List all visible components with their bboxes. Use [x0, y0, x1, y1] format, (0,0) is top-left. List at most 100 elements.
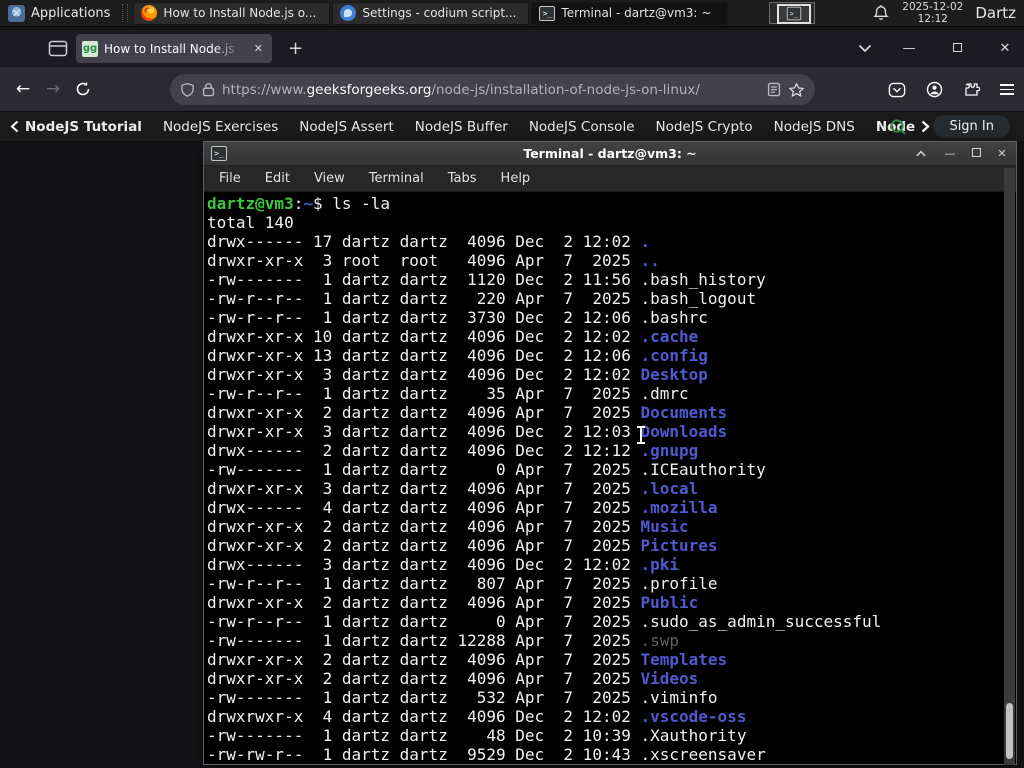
taskbar-window-label: Settings - codium script... [362, 6, 517, 20]
menu-view[interactable]: View [314, 171, 345, 186]
terminal-output-line: drwx------ 3 dartz dartz 4096 Dec 2 12:0… [207, 555, 1002, 574]
lock-icon[interactable] [202, 82, 215, 97]
forward-button[interactable]: → [38, 74, 68, 104]
ls-entry-meta: drwx------ 2 dartz dartz 4096 Dec 2 12:1… [207, 441, 641, 460]
bookmark-star-icon[interactable] [788, 82, 805, 98]
menu-file[interactable]: File [219, 171, 241, 186]
scrollbar-thumb[interactable] [1006, 703, 1013, 759]
terminal-output-line: -rw------- 1 dartz dartz 1120 Dec 2 11:5… [207, 270, 1002, 289]
firefox-icon [141, 5, 158, 21]
menu-tabs[interactable]: Tabs [448, 171, 477, 186]
ls-entry-meta: drwxrwxr-x 4 dartz dartz 4096 Dec 2 12:0… [207, 707, 641, 726]
ls-entry-name: .vscode-oss [640, 707, 747, 726]
geeksforgeeks-favicon: gg [82, 40, 98, 57]
ls-entry-name: .bash_history [640, 270, 766, 289]
terminal-output-line: drwx------ 4 dartz dartz 4096 Apr 7 2025… [207, 498, 1002, 517]
firefox-view-button[interactable] [44, 36, 72, 62]
terminal-output-line: drwxr-xr-x 3 root root 4096 Apr 7 2025 .… [207, 251, 1002, 270]
terminal-scrollbar[interactable] [1004, 168, 1015, 765]
terminal-output-line: drwxr-xr-x 2 dartz dartz 4096 Apr 7 2025… [207, 650, 1002, 669]
ls-entry-name: .dmrc [640, 384, 689, 403]
menu-terminal[interactable]: Terminal [369, 171, 424, 186]
ls-entry-name: Music [640, 517, 689, 536]
search-icon[interactable] [889, 118, 907, 136]
list-all-tabs-button[interactable] [858, 44, 872, 53]
nav-link[interactable]: NodeJS Exercises [163, 119, 278, 135]
pocket-save-icon[interactable] [888, 82, 906, 98]
ls-entry-meta: drwxr-xr-x 2 dartz dartz 4096 Apr 7 2025 [207, 403, 641, 422]
terminal-icon: >_ [539, 5, 556, 21]
terminal-screen[interactable]: dartz@vm3:~$ ls -la total 140 drwx------… [204, 192, 1016, 764]
terminal-output-line: drwx------ 17 dartz dartz 4096 Dec 2 12:… [207, 232, 1002, 251]
ls-entry-meta: -rw-r--r-- 1 dartz dartz 807 Apr 7 2025 [207, 574, 641, 593]
back-button[interactable]: ← [8, 74, 38, 104]
browser-tab-active[interactable]: gg How to Install Node.js on ✕ [76, 34, 272, 63]
ls-entry-name: .xscreensaver [640, 745, 766, 764]
terminal-output-line: -rw-r--r-- 1 dartz dartz 35 Apr 7 2025 .… [207, 384, 1002, 403]
tab-close-button[interactable]: ✕ [251, 40, 266, 57]
terminal-minimize-button[interactable]: — [942, 147, 958, 160]
account-icon[interactable] [926, 81, 943, 98]
nav-link[interactable]: NodeJS Buffer [415, 119, 508, 135]
browser-minimize-button[interactable]: — [898, 41, 920, 56]
ls-entry-name: Public [640, 593, 699, 612]
panel-clock[interactable]: 2025-12-02 12:12 [902, 1, 963, 25]
terminal-titlebar[interactable]: >_ Terminal - dartz@vm3: ~ — ✕ [204, 142, 1016, 166]
terminal-output-line: -rw------- 1 dartz dartz 48 Dec 2 10:39 … [207, 726, 1002, 745]
nav-link-tutorial[interactable]: NodeJS Tutorial [10, 119, 142, 135]
url-domain: geeksforgeeks.org [306, 81, 432, 98]
reload-button[interactable] [68, 74, 98, 104]
clock-date: 2025-12-02 [902, 1, 964, 13]
ls-entry-meta: -rw-r--r-- 1 dartz dartz 3730 Dec 2 12:0… [207, 308, 641, 327]
taskbar-window-vscodium[interactable]: Settings - codium script... [332, 1, 530, 25]
notification-bell-icon[interactable] [872, 4, 890, 22]
ls-entry-meta: -rw-r--r-- 1 dartz dartz 35 Apr 7 2025 [207, 384, 641, 403]
terminal-output-line: -rw-r--r-- 1 dartz dartz 807 Apr 7 2025 … [207, 574, 1002, 593]
taskbar-window-terminal[interactable]: >_ Terminal - dartz@vm3: ~ [531, 1, 729, 25]
menu-help[interactable]: Help [501, 171, 531, 186]
terminal-output-line: -rw-r--r-- 1 dartz dartz 3730 Dec 2 12:0… [207, 308, 1002, 327]
ls-entry-meta: drwxr-xr-x 3 root root 4096 Apr 7 2025 [207, 251, 641, 270]
new-tab-button[interactable]: + [280, 38, 311, 59]
ls-entry-name: .bash_logout [640, 289, 757, 308]
terminal-output-line: drwxr-xr-x 3 dartz dartz 4096 Dec 2 12:0… [207, 422, 1002, 441]
tab-title: How to Install Node.js on [104, 41, 245, 56]
extensions-puzzle-icon[interactable] [963, 81, 980, 98]
panel-handle [122, 4, 129, 22]
menu-edit[interactable]: Edit [265, 171, 290, 186]
panel-username[interactable]: Dartz [975, 4, 1018, 22]
browser-maximize-button[interactable] [946, 41, 968, 56]
ls-entry-meta: drwxr-xr-x 10 dartz dartz 4096 Dec 2 12:… [207, 327, 641, 346]
url-text[interactable]: https://www.geeksforgeeks.org/node-js/in… [222, 82, 760, 98]
shield-icon[interactable] [180, 82, 195, 98]
menu-hamburger-icon[interactable] [1000, 81, 1014, 98]
nav-link[interactable]: NodeJS Console [529, 119, 635, 135]
nav-link[interactable]: NodeJS Assert [299, 119, 394, 135]
ls-entry-name: .profile [640, 574, 718, 593]
ls-entry-meta: drwxr-xr-x 2 dartz dartz 4096 Apr 7 2025 [207, 517, 641, 536]
terminal-shade-button[interactable] [916, 150, 932, 157]
top-panel: Applications How to Install Node.js o...… [0, 0, 1024, 27]
browser-close-button[interactable]: ✕ [994, 41, 1016, 56]
nav-link[interactable]: NodeJS Crypto [656, 119, 753, 135]
taskbar-window-label: Terminal - dartz@vm3: ~ [561, 6, 712, 20]
prompt-userhost: dartz@vm3 [207, 194, 294, 213]
url-bar[interactable]: https://www.geeksforgeeks.org/node-js/in… [170, 74, 815, 105]
terminal-title: Terminal - dartz@vm3: ~ [523, 146, 697, 161]
taskbar-window-firefox[interactable]: How to Install Node.js o... [133, 1, 331, 25]
nav-link[interactable]: NodeJS DNS [774, 119, 855, 135]
ls-entry-meta: -rw-r--r-- 1 dartz dartz 220 Apr 7 2025 [207, 289, 641, 308]
terminal-output-line: -rw-r--r-- 1 dartz dartz 0 Apr 7 2025 .s… [207, 612, 1002, 631]
terminal-output-line: drwx------ 2 dartz dartz 4096 Dec 2 12:1… [207, 441, 1002, 460]
sign-in-button[interactable]: Sign In [933, 115, 1010, 138]
browser-tab-bar: gg How to Install Node.js on ✕ + — ✕ [0, 30, 1024, 67]
terminal-output-line: drwxrwxr-x 4 dartz dartz 4096 Dec 2 12:0… [207, 707, 1002, 726]
terminal-close-button[interactable]: ✕ [994, 147, 1010, 160]
ls-entry-meta: -rw------- 1 dartz dartz 532 Apr 7 2025 [207, 688, 641, 707]
reader-mode-icon[interactable] [767, 82, 781, 97]
workspace-pager[interactable]: >_ [763, 1, 829, 26]
ls-entry-name: .ICEauthority [640, 460, 766, 479]
terminal-maximize-button[interactable] [968, 147, 984, 160]
applications-menu-button[interactable]: Applications [0, 0, 118, 27]
ls-output: drwx------ 17 dartz dartz 4096 Dec 2 12:… [207, 232, 1002, 764]
